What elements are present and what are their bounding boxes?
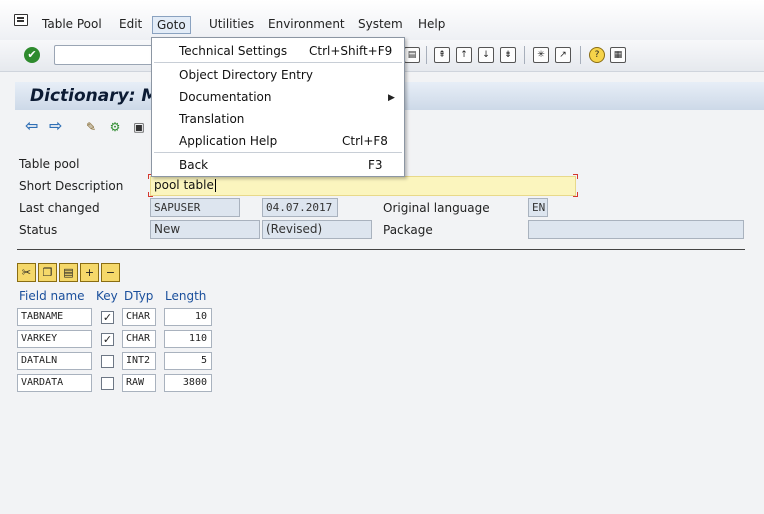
activate-icon[interactable]: ▣ <box>131 119 147 135</box>
shortcut-application-help: Ctrl+F8 <box>342 134 388 148</box>
focus-corner <box>573 174 578 179</box>
find-next-icon[interactable]: ▤ <box>404 47 420 63</box>
help-icon[interactable]: ? <box>589 47 605 63</box>
length-cell[interactable]: 3800 <box>164 374 212 392</box>
toolbar-separator <box>524 46 525 64</box>
dtyp-cell[interactable]: RAW <box>122 374 156 392</box>
menu-item-back[interactable]: Back <box>179 158 208 172</box>
col-key: Key <box>96 289 118 303</box>
menu-bar: Table Pool Edit Goto Utilities Environme… <box>0 0 764 40</box>
status-label: Status <box>19 223 58 237</box>
dtyp-cell[interactable]: INT2 <box>122 352 156 370</box>
key-checkbox[interactable]: ✓ <box>101 311 114 324</box>
field-name-cell[interactable]: TABNAME <box>17 308 92 326</box>
menu-item-documentation[interactable]: Documentation <box>179 90 272 104</box>
first-page-icon[interactable]: ⇞ <box>434 47 450 63</box>
key-checkbox[interactable]: ✓ <box>101 333 114 346</box>
section-divider <box>17 249 745 250</box>
text-caret <box>214 179 216 192</box>
col-dtyp: DTyp <box>124 289 154 303</box>
col-field-name: Field name <box>19 289 85 303</box>
menu-help[interactable]: Help <box>418 17 445 31</box>
short-description-value: pool table <box>154 178 214 192</box>
previous-page-icon[interactable]: ↑ <box>456 47 472 63</box>
field-name-cell[interactable]: DATALN <box>17 352 92 370</box>
dtyp-cell[interactable]: CHAR <box>122 330 156 348</box>
shortcut-back: F3 <box>368 158 383 172</box>
back-arrow-icon[interactable]: ⇦ <box>25 118 43 134</box>
menu-item-object-directory-entry[interactable]: Object Directory Entry <box>179 68 313 82</box>
enter-check-icon[interactable]: ✔ <box>24 47 40 63</box>
menu-utilities[interactable]: Utilities <box>209 17 254 31</box>
original-language-label: Original language <box>383 201 490 215</box>
menu-goto[interactable]: Goto <box>152 16 191 34</box>
short-description-input[interactable]: pool table <box>150 176 576 196</box>
delete-row-icon[interactable]: − <box>101 263 120 282</box>
field-name-cell[interactable]: VARDATA <box>17 374 92 392</box>
insert-row-icon[interactable]: + <box>80 263 99 282</box>
col-length: Length <box>165 289 207 303</box>
next-page-icon[interactable]: ↓ <box>478 47 494 63</box>
length-cell[interactable]: 10 <box>164 308 212 326</box>
status-field: New <box>150 220 260 239</box>
layout-settings-icon[interactable]: ▦ <box>610 47 626 63</box>
goto-dropdown-menu: Technical Settings Ctrl+Shift+F9 Object … <box>151 37 405 177</box>
package-field <box>528 220 744 239</box>
last-changed-label: Last changed <box>19 201 100 215</box>
cut-icon[interactable]: ✂ <box>17 263 36 282</box>
last-changed-user-field: SAPUSER <box>150 198 240 217</box>
menu-edit[interactable]: Edit <box>119 17 142 31</box>
length-cell[interactable]: 5 <box>164 352 212 370</box>
dtyp-cell[interactable]: CHAR <box>122 308 156 326</box>
sap-window-icon[interactable] <box>14 14 28 26</box>
check-object-icon[interactable]: ⚙ <box>107 119 123 135</box>
copy-icon[interactable]: ❐ <box>38 263 57 282</box>
short-description-label: Short Description <box>19 179 124 193</box>
menu-table-pool[interactable]: Table Pool <box>42 17 102 31</box>
original-language-field: EN <box>528 198 548 217</box>
package-label: Package <box>383 223 433 237</box>
last-changed-date-field: 04.07.2017 <box>262 198 338 217</box>
page-title: Dictionary: Ma <box>30 86 170 106</box>
menu-separator <box>154 152 402 153</box>
display-change-icon[interactable]: ✎ <box>83 119 99 135</box>
menu-item-translation[interactable]: Translation <box>179 112 244 126</box>
toolbar-separator <box>580 46 581 64</box>
menu-item-technical-settings[interactable]: Technical Settings <box>179 44 287 58</box>
focus-corner <box>148 192 153 197</box>
field-name-cell[interactable]: VARKEY <box>17 330 92 348</box>
focus-corner <box>573 192 578 197</box>
create-session-icon[interactable]: ✳ <box>533 47 549 63</box>
shortcut-technical-settings: Ctrl+Shift+F9 <box>309 44 393 58</box>
menu-separator <box>154 62 402 63</box>
table-pool-label: Table pool <box>19 157 80 171</box>
paste-icon[interactable]: ▤ <box>59 263 78 282</box>
length-cell[interactable]: 110 <box>164 330 212 348</box>
shortcut-icon[interactable]: ↗ <box>555 47 571 63</box>
menu-item-application-help[interactable]: Application Help <box>179 134 277 148</box>
key-checkbox[interactable] <box>101 377 114 390</box>
last-page-icon[interactable]: ⇟ <box>500 47 516 63</box>
submenu-arrow-icon: ▶ <box>388 93 395 103</box>
command-field[interactable] <box>54 45 164 65</box>
toolbar-separator <box>426 46 427 64</box>
key-checkbox[interactable] <box>101 355 114 368</box>
status-revised-field: (Revised) <box>262 220 372 239</box>
menu-environment[interactable]: Environment <box>268 17 345 31</box>
menu-system[interactable]: System <box>358 17 403 31</box>
forward-arrow-icon[interactable]: ⇨ <box>49 118 67 134</box>
